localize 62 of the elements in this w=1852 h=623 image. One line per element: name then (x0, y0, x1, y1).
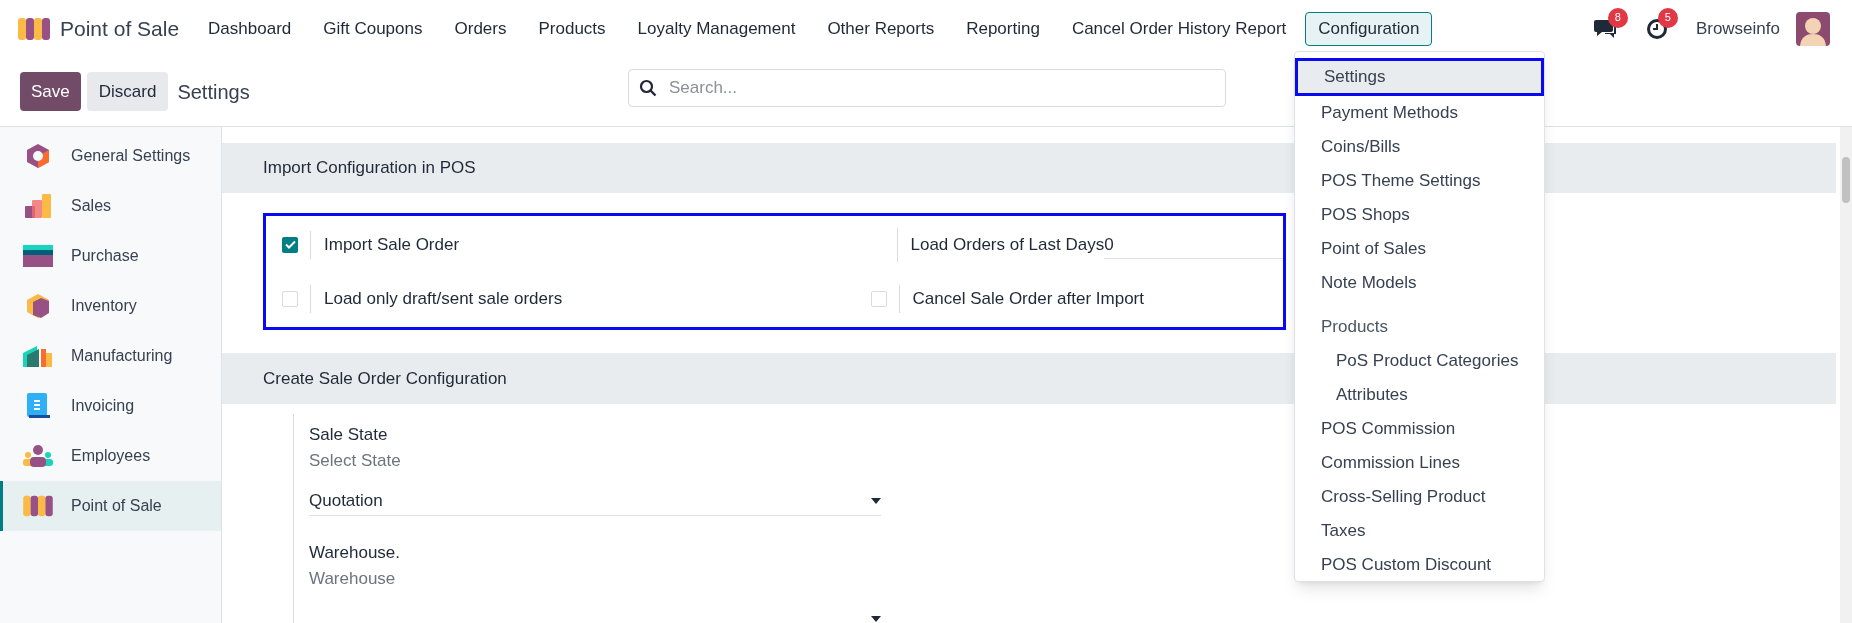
nav-menu-item[interactable]: Dashboard (195, 11, 305, 46)
caret-icon (871, 615, 881, 622)
field-label: Warehouse. (309, 542, 402, 564)
field-help: Warehouse (309, 568, 397, 590)
factory-icon (23, 345, 53, 367)
nav-menu-item[interactable]: Loyalty Management (624, 11, 809, 46)
app-title: Point of Sale (60, 15, 180, 42)
discard-button[interactable]: Discard (86, 72, 169, 111)
checkbox[interactable] (870, 290, 887, 307)
menu-item[interactable]: Taxes (1295, 514, 1544, 548)
menu-item[interactable]: Payment Methods (1295, 96, 1544, 130)
menu-item[interactable]: POS Commission (1295, 412, 1544, 446)
message-count-badge: 8 (1607, 7, 1628, 28)
page-title: Settings (177, 79, 250, 105)
sidebar-item[interactable]: Point of Sale (0, 481, 221, 531)
setting-label: Load Orders of Last Days (910, 233, 1105, 256)
people-icon (23, 445, 53, 467)
nav-menu-item[interactable]: Gift Coupons (310, 11, 436, 46)
menu-item[interactable]: Settings (1295, 58, 1544, 96)
menu-item[interactable]: Note Models (1295, 266, 1544, 300)
nav-menu-item[interactable]: Reporting (953, 11, 1053, 46)
caret-icon (871, 497, 881, 504)
nav-menu-item[interactable]: Other Reports (814, 11, 948, 46)
setting-label: Cancel Sale Order after Import (912, 287, 1144, 310)
sidebar-item[interactable]: Employees (0, 431, 221, 481)
field-label: Sale State (309, 424, 389, 446)
card-icon (23, 245, 53, 267)
sidebar-item[interactable]: Sales (0, 181, 221, 231)
sidebar-item[interactable]: Purchase (0, 231, 221, 281)
sidebar-item[interactable]: Inventory (0, 281, 221, 331)
sidebar-item[interactable]: General Settings (0, 131, 221, 181)
shop-awning-icon (23, 494, 53, 518)
menu-item[interactable]: POS Shops (1295, 198, 1544, 232)
setting-label: Import Sale Order (324, 233, 460, 256)
bar-chart-icon (24, 193, 52, 219)
activity-count-badge: 5 (1657, 7, 1678, 28)
user-name[interactable]: Browseinfo (1695, 15, 1780, 42)
menu-item[interactable]: Commission Lines (1295, 446, 1544, 480)
search-field[interactable]: Search... (628, 69, 1226, 107)
select-field[interactable]: Quotation (309, 486, 881, 516)
setting-label: Load only draft/sent sale orders (324, 287, 563, 310)
nav-menu-item[interactable]: Products (525, 11, 619, 46)
search-icon (639, 79, 657, 97)
sidebar-item[interactable]: Manufacturing (0, 331, 221, 381)
scrollbar[interactable] (1840, 127, 1852, 623)
field-help: Select State (309, 450, 402, 472)
hexagon-ring-icon (25, 143, 51, 169)
save-button[interactable]: Save (20, 72, 81, 111)
cube-icon (26, 293, 50, 319)
menu-item[interactable]: POS Custom Discount (1295, 548, 1544, 582)
nav-menu-item[interactable]: Orders (441, 11, 520, 46)
checkbox[interactable] (282, 290, 298, 307)
nav-menu-item[interactable]: Cancel Order History Report (1058, 11, 1300, 46)
menu-item[interactable]: Cross-Selling Product (1295, 480, 1544, 514)
number-field[interactable]: 0 (1104, 230, 1283, 259)
checkbox[interactable] (282, 236, 298, 253)
menu-section-header: Products (1320, 316, 1390, 339)
sidebar-item[interactable]: Invoicing (0, 381, 221, 431)
avatar-icon[interactable] (1796, 11, 1830, 46)
shop-awning-icon (18, 15, 50, 42)
menu-item[interactable]: Point of Sales (1295, 232, 1544, 266)
nav-menu-item[interactable]: Configuration (1305, 11, 1433, 46)
